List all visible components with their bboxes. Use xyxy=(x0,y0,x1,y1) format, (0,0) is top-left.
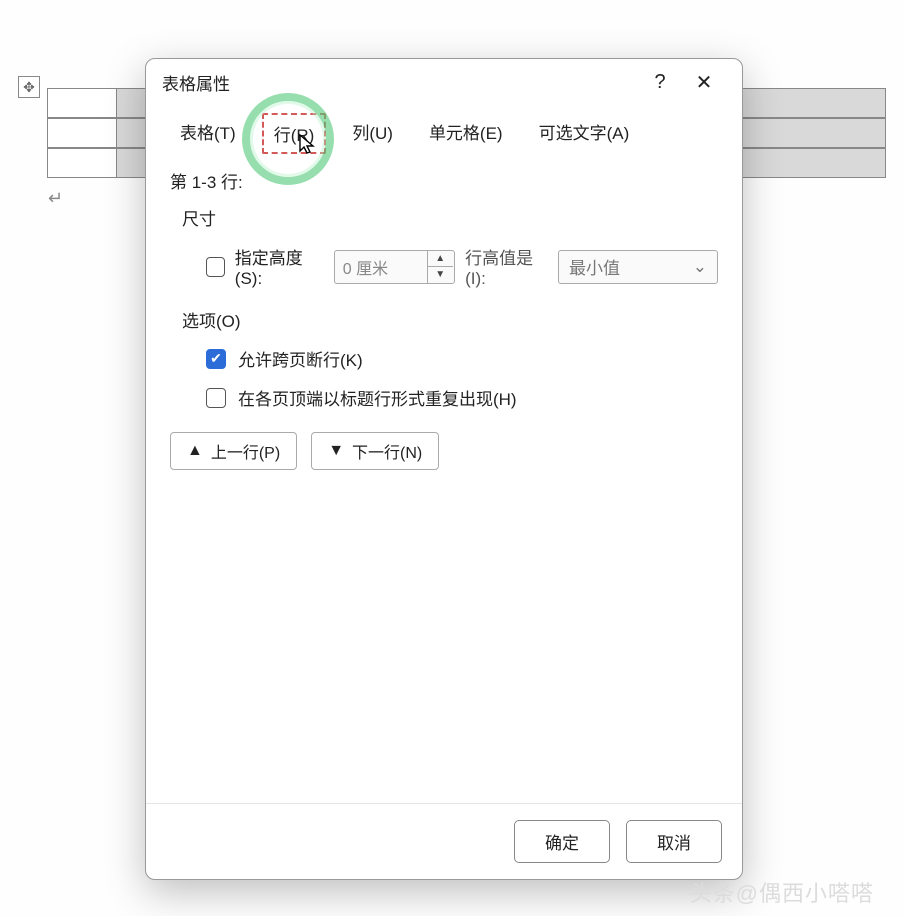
height-mode-value: 最小值 xyxy=(569,254,620,279)
options-section-title: 选项(O) xyxy=(182,307,718,332)
chevron-down-icon: ⌄ xyxy=(693,257,707,277)
allow-break-row: ✔ 允许跨页断行(K) xyxy=(206,346,718,371)
spinner-down-icon[interactable]: ▼ xyxy=(428,267,453,283)
specify-height-row: 指定高度(S): ▲ ▼ 行高值是(I): 最小值 ⌄ xyxy=(206,244,718,289)
height-mode-select[interactable]: 最小值 ⌄ xyxy=(558,250,718,284)
ok-button[interactable]: 确定 xyxy=(514,820,610,863)
tab-column[interactable]: 列(U) xyxy=(342,113,403,154)
prev-row-button[interactable]: ▲ 上一行(P) xyxy=(170,432,297,470)
tab-row-label: 行(R) xyxy=(274,126,315,145)
watermark-text: 头条@偶西小嗒嗒 xyxy=(690,876,874,908)
close-button[interactable]: ✕ xyxy=(682,60,726,104)
allow-break-checkbox[interactable]: ✔ xyxy=(206,349,226,369)
triangle-up-icon: ▲ xyxy=(187,442,203,460)
prev-row-label: 上一行(P) xyxy=(211,439,280,463)
tab-row[interactable]: 行(R) xyxy=(262,113,327,154)
tab-table[interactable]: 表格(T) xyxy=(170,113,246,154)
table-move-handle-icon[interactable]: ✥ xyxy=(18,76,40,98)
tab-alttext[interactable]: 可选文字(A) xyxy=(529,113,640,154)
triangle-down-icon: ▼ xyxy=(328,442,344,460)
row-nav: ▲ 上一行(P) ▼ 下一行(N) xyxy=(170,432,718,470)
tab-strip: 表格(T) 行(R) 列(U) 单元格(E) 可选文字(A) xyxy=(146,105,742,168)
height-mode-label: 行高值是(I): xyxy=(465,244,548,289)
cancel-button[interactable]: 取消 xyxy=(626,820,722,863)
dialog-body: 第 1-3 行: 尺寸 指定高度(S): ▲ ▼ 行高值是(I): 最小值 ⌄ … xyxy=(146,168,742,803)
paragraph-mark-icon: ↵ xyxy=(48,188,63,209)
dialog-title: 表格属性 xyxy=(162,70,638,95)
dialog-footer: 确定 取消 xyxy=(146,803,742,879)
specify-height-checkbox[interactable] xyxy=(206,257,225,277)
row-range-label: 第 1-3 行: xyxy=(170,168,718,193)
spinner-up-icon[interactable]: ▲ xyxy=(428,251,453,268)
allow-break-label: 允许跨页断行(K) xyxy=(238,346,363,371)
tab-cell[interactable]: 单元格(E) xyxy=(419,113,513,154)
next-row-label: 下一行(N) xyxy=(352,439,422,463)
specify-height-label: 指定高度(S): xyxy=(235,244,324,289)
next-row-button[interactable]: ▼ 下一行(N) xyxy=(311,432,439,470)
table-properties-dialog: 表格属性 ? ✕ 表格(T) 行(R) 列(U) 单元格(E) 可选文字(A) … xyxy=(145,58,743,880)
repeat-header-checkbox[interactable] xyxy=(206,388,226,408)
repeat-header-row: 在各页顶端以标题行形式重复出现(H) xyxy=(206,385,718,410)
help-button[interactable]: ? xyxy=(638,60,682,104)
height-spinner[interactable]: ▲ ▼ xyxy=(334,250,455,284)
size-section-title: 尺寸 xyxy=(182,205,718,230)
repeat-header-label: 在各页顶端以标题行形式重复出现(H) xyxy=(238,385,517,410)
dialog-titlebar: 表格属性 ? ✕ xyxy=(146,59,742,105)
height-input[interactable] xyxy=(335,258,427,276)
